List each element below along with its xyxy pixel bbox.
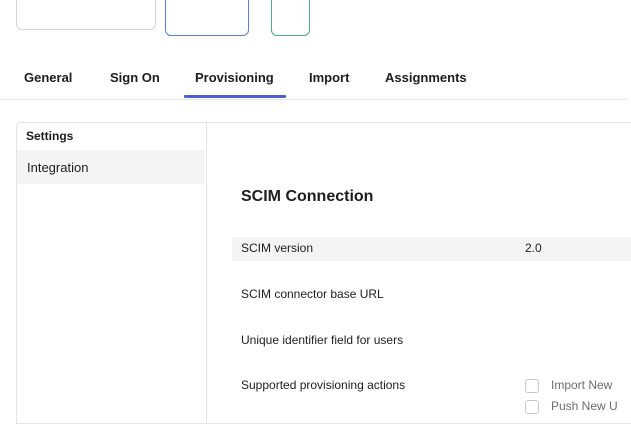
- app-tabs: General Sign On Provisioning Import Assi…: [0, 62, 627, 100]
- tab-general[interactable]: General: [24, 70, 72, 85]
- action-button-primary[interactable]: [165, 0, 249, 36]
- scim-version-row: SCIM version 2.0: [232, 237, 631, 261]
- section-title: SCIM Connection: [241, 188, 374, 205]
- import-new-label: Import New: [551, 378, 613, 392]
- active-tab-indicator: [184, 95, 286, 98]
- scim-version-value: 2.0: [525, 241, 542, 255]
- sidebar-item-label: Integration: [27, 160, 89, 175]
- top-controls: [0, 0, 631, 42]
- push-new-checkbox[interactable]: [525, 400, 539, 414]
- sidebar-title: Settings: [26, 129, 74, 143]
- base-url-label: SCIM connector base URL: [241, 287, 384, 301]
- provisioning-actions-label: Supported provisioning actions: [241, 378, 406, 392]
- base-url-row: SCIM connector base URL: [232, 283, 631, 307]
- tab-sign-on[interactable]: Sign On: [110, 70, 160, 85]
- unique-id-row: Unique identifier field for users: [232, 329, 631, 353]
- app-name-field[interactable]: [16, 0, 156, 30]
- sidebar-item-integration[interactable]: Integration: [17, 150, 205, 184]
- settings-sidebar: Settings Integration: [16, 122, 207, 422]
- import-new-checkbox[interactable]: [525, 379, 539, 393]
- unique-id-label: Unique identifier field for users: [241, 333, 404, 347]
- tab-assignments[interactable]: Assignments: [385, 70, 467, 85]
- tab-provisioning[interactable]: Provisioning: [195, 70, 274, 85]
- tab-import[interactable]: Import: [309, 70, 349, 85]
- push-new-label: Push New U: [551, 399, 618, 413]
- scim-version-label: SCIM version: [241, 241, 314, 255]
- action-button-secondary[interactable]: [271, 0, 310, 36]
